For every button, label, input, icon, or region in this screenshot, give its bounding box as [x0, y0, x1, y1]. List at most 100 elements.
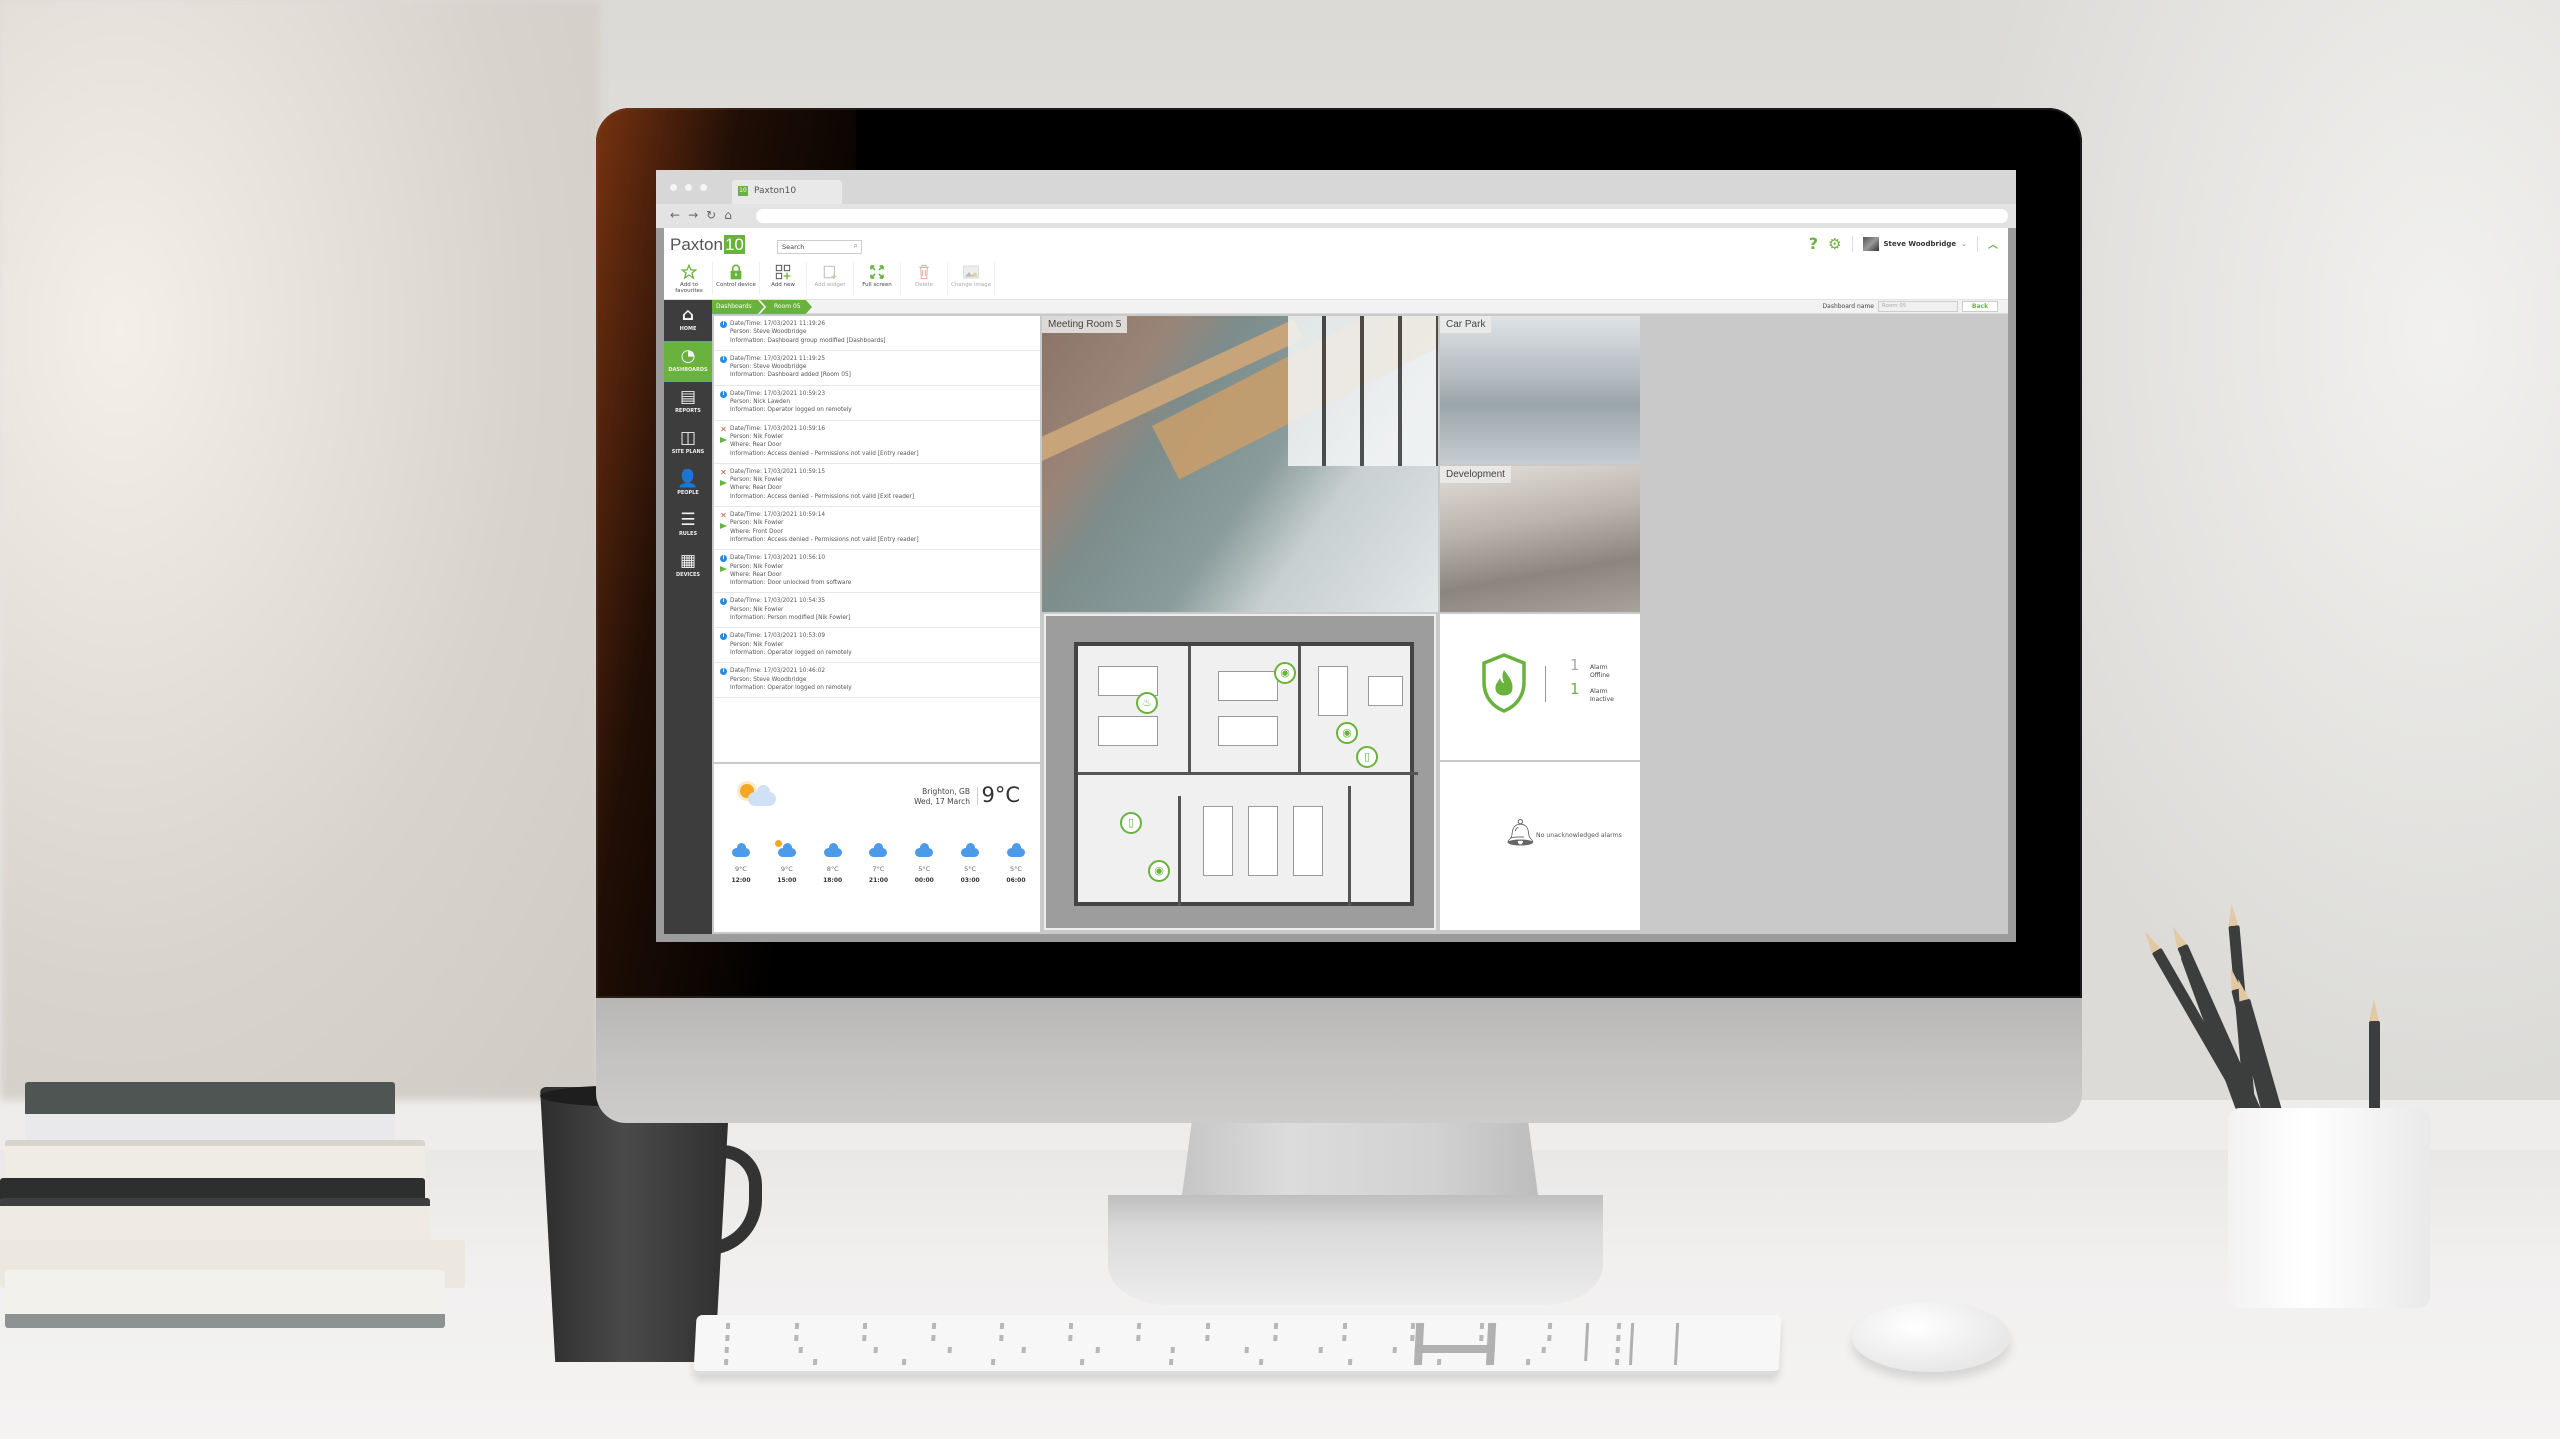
- floorplan-icon: ◫: [679, 428, 697, 448]
- camera-label: Car Park: [1440, 316, 1492, 333]
- user-name: Steve Woodbridge: [1883, 239, 1957, 248]
- sidebar-item-reports[interactable]: ▤ REPORTS: [664, 382, 712, 423]
- add-widget-button[interactable]: Add widget: [807, 262, 854, 294]
- fullscreen-icon: [870, 265, 884, 279]
- sidebar-item-label: REPORTS: [675, 408, 701, 414]
- back-arrow-icon[interactable]: ←: [670, 208, 680, 222]
- door-play-icon: [720, 523, 727, 530]
- breadcrumb-bar: Dashboards Room 05 Dashboard name Room 0…: [712, 300, 2008, 314]
- event-list-item[interactable]: ✕ Date/Time: 17/03/2021 10:59:15 Person: N…: [714, 464, 1040, 508]
- dashboard-name-input[interactable]: Room 05: [1878, 301, 1958, 312]
- delete-button[interactable]: Delete: [901, 262, 948, 294]
- event-list-item[interactable]: i Date/Time: 17/03/2021 11:19:25 Person: S…: [714, 351, 1040, 386]
- event-line: Person: Steve Woodbridge: [730, 676, 807, 683]
- sidebar-item-people[interactable]: 👤 PEOPLE: [664, 464, 712, 505]
- forecast-temp: 5°C: [964, 865, 977, 873]
- gear-icon[interactable]: ⚙: [1828, 235, 1841, 253]
- camera-marker-icon[interactable]: ◉: [1274, 662, 1296, 684]
- event-list-item[interactable]: i Date/Time: 17/03/2021 10:53:09 Person: N…: [714, 628, 1040, 664]
- back-button[interactable]: Back: [1962, 301, 1998, 312]
- stat-count: 1: [1570, 656, 1580, 674]
- breadcrumb-room[interactable]: Room 05: [760, 300, 812, 314]
- forecast-temp: 9°C: [735, 865, 747, 873]
- event-line: Person: Steve Woodbridge: [730, 329, 807, 336]
- sidebar-item-dashboards[interactable]: ◔ DASHBOARDS: [664, 341, 712, 382]
- door-marker-icon[interactable]: ▯: [1120, 812, 1142, 834]
- door-marker-icon[interactable]: ▯: [1356, 746, 1378, 768]
- forecast-temp: 7°C: [872, 865, 885, 873]
- camera-meeting-room[interactable]: Meeting Room 5: [1042, 316, 1438, 612]
- forecast-item: 8°C 18:00: [818, 842, 848, 884]
- event-list-item[interactable]: ✕ Date/Time: 17/03/2021 10:59:14 Person: N…: [714, 507, 1040, 551]
- event-line: Date/Time: 17/03/2021 10:59:15: [730, 468, 826, 475]
- control-device-button[interactable]: Control device: [713, 262, 760, 294]
- forward-arrow-icon[interactable]: →: [688, 208, 698, 222]
- event-list-item[interactable]: i Date/Time: 17/03/2021 10:56:10 Person: N…: [714, 550, 1040, 594]
- weather-date: Wed, 17 March: [914, 797, 970, 806]
- url-input[interactable]: [756, 209, 2008, 223]
- forecast-temp: 9°C: [780, 865, 793, 873]
- chevron-down-icon: ⌄: [1961, 239, 1967, 248]
- camera-car-park[interactable]: Car Park: [1440, 316, 1640, 464]
- event-line: Date/Time: 17/03/2021 10:59:16: [730, 425, 826, 432]
- logo-text: Paxton: [670, 235, 723, 254]
- fire-zone-marker-icon[interactable]: ♨: [1136, 692, 1158, 714]
- sidebar-item-site-plans[interactable]: ◫ SITE PLANS: [664, 423, 712, 464]
- event-line: Date/Time: 17/03/2021 10:46:02: [730, 668, 826, 675]
- camera-label: Development: [1440, 466, 1511, 483]
- camera-marker-icon[interactable]: ◉: [1148, 860, 1170, 882]
- camera-marker-icon[interactable]: ◉: [1336, 722, 1358, 744]
- home-icon[interactable]: ⌂: [724, 208, 732, 222]
- event-line: Person: Nik Fowler: [730, 477, 784, 484]
- forecast-item: 5°C 03:00: [955, 842, 985, 884]
- search-icon[interactable]: ⌕: [854, 241, 858, 251]
- event-line: Person: Nik Fowler: [730, 433, 784, 440]
- event-line: Date/Time: 17/03/2021 10:54:35: [730, 598, 826, 605]
- browser-tab[interactable]: 10 Paxton10: [732, 180, 842, 204]
- dashboard-name-label: Dashboard name: [1822, 303, 1874, 310]
- event-list-item[interactable]: i Date/Time: 17/03/2021 10:59:23 Person: N…: [714, 386, 1040, 421]
- event-list-item[interactable]: i Date/Time: 17/03/2021 10:46:02 Person: S…: [714, 663, 1040, 699]
- event-list-item[interactable]: i Date/Time: 17/03/2021 11:19:26 Person: S…: [714, 316, 1040, 351]
- search-input[interactable]: Search ⌕: [777, 240, 862, 254]
- window-controls[interactable]: [670, 184, 707, 191]
- reload-icon[interactable]: ↻: [706, 208, 716, 222]
- change-image-button[interactable]: Change image: [948, 262, 995, 294]
- site-plan-widget[interactable]: ♨ ◉ ◉ ▯ ▯ ◉: [1044, 614, 1436, 930]
- user-menu[interactable]: Steve Woodbridge ⌄: [1862, 236, 1967, 251]
- monitor-chin: [596, 995, 2082, 1123]
- event-list-item[interactable]: ✕ Date/Time: 17/03/2021 10:59:16 Person: N…: [714, 421, 1040, 464]
- add-new-button[interactable]: Add new: [760, 262, 807, 294]
- divider: [1545, 666, 1546, 702]
- event-line: Information: Operator logged on remotely: [730, 649, 852, 656]
- event-list-item[interactable]: i Date/Time: 17/03/2021 10:54:35 Person: N…: [714, 593, 1040, 629]
- breadcrumb-dashboards[interactable]: Dashboards: [712, 300, 764, 314]
- forecast-time: 15:00: [777, 877, 797, 884]
- camera-label: Meeting Room 5: [1042, 316, 1128, 333]
- cloud-icon: [915, 843, 934, 857]
- add-to-favourites-button[interactable]: Add to favourites: [666, 262, 713, 294]
- chevron-up-icon[interactable]: ︿: [1988, 236, 1998, 251]
- sidebar-item-devices[interactable]: ▦ DEVICES: [664, 546, 712, 587]
- alarms-widget: 🔔︎ No unacknowledged alarms: [1440, 762, 1640, 930]
- dashboard-content: i Date/Time: 17/03/2021 11:19:26 Person: S…: [712, 314, 2008, 934]
- sidebar-item-label: DASHBOARDS: [668, 367, 708, 373]
- tool-label: Add to favourites: [675, 282, 703, 294]
- help-icon[interactable]: ?: [1809, 234, 1818, 253]
- full-screen-button[interactable]: Full screen: [854, 262, 901, 294]
- sidebar-item-rules[interactable]: ☰ RULES: [664, 505, 712, 546]
- event-line: Person: Nik Fowler: [730, 606, 784, 613]
- event-line: Information: Access denied - Permissions…: [730, 450, 919, 457]
- event-line: Where: Rear Door: [730, 485, 782, 492]
- paxton-logo[interactable]: Paxton 10: [670, 235, 745, 255]
- cloud-icon: [1006, 843, 1025, 857]
- forecast-time: 21:00: [868, 877, 889, 884]
- sidebar-item-home[interactable]: ⌂ HOME: [664, 300, 712, 341]
- stat-label: Alarm: [1590, 664, 1608, 671]
- event-line: Person: Steve Woodbridge: [730, 364, 807, 371]
- sidebar-item-label: RULES: [678, 531, 698, 537]
- tool-label: Full screen: [862, 282, 892, 288]
- camera-development[interactable]: Development: [1440, 466, 1640, 612]
- cloud-icon: [869, 843, 888, 857]
- forecast-row: 9°C 12:00 9°C 15:00 8°C 18:00 7°C 21:00 5°C 00:00…: [726, 840, 1031, 884]
